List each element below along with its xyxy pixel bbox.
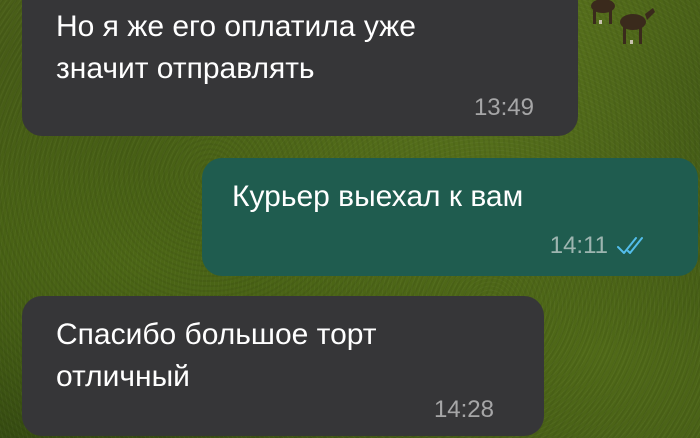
message-meta: 14:28 — [434, 398, 494, 422]
message-text-line: Курьер выехал к вам — [232, 180, 524, 213]
wallpaper-horses-image — [591, 0, 655, 44]
message-text-line: отличный — [56, 360, 190, 393]
message-bubble-incoming[interactable]: Спасибо большое торт отличный 14:28 — [22, 296, 544, 436]
message-text-line: Спасибо большое торт — [56, 318, 377, 351]
message-timestamp: 14:11 — [549, 232, 608, 259]
message-meta: 14:11 — [550, 234, 652, 258]
read-double-check-icon — [617, 237, 643, 254]
message-bubble-incoming[interactable]: Но я же его оплатила уже значит отправля… — [22, 0, 578, 136]
message-text-line: Но я же его оплатила уже — [56, 10, 416, 43]
message-timestamp: 13:49 — [473, 94, 534, 121]
message-text-line: значит отправлять — [56, 52, 315, 85]
message-timestamp: 14:28 — [433, 396, 494, 423]
message-bubble-outgoing[interactable]: Курьер выехал к вам 14:11 — [202, 158, 698, 276]
message-meta: 13:49 — [474, 96, 534, 120]
